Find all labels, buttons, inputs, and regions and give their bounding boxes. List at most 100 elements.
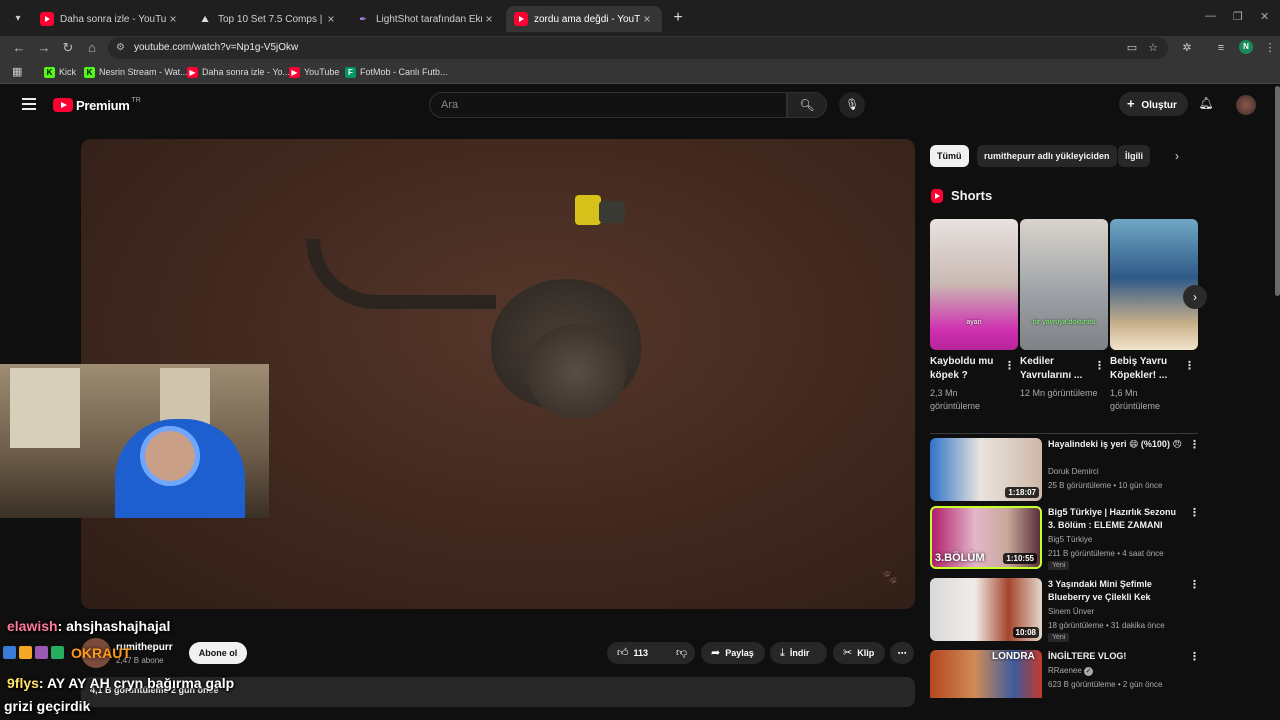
cast-icon[interactable]: ▭ <box>1124 40 1140 56</box>
hamburger-menu-icon[interactable] <box>22 98 36 110</box>
close-tab-icon[interactable]: × <box>482 12 496 26</box>
more-actions-button[interactable]: ⋯ <box>890 642 914 664</box>
browser-tab[interactable]: ⛰ Top 10 Set 7.5 Comps | TFT Set × <box>190 6 346 32</box>
forward-icon[interactable]: → <box>35 39 53 57</box>
close-tab-icon[interactable]: × <box>166 12 180 26</box>
bookmark-item[interactable]: K Nesrin Stream - Wat... <box>84 65 188 79</box>
clip-button[interactable]: ✂ Klip <box>833 642 885 664</box>
notifications-bell-icon[interactable]: 🔔︎ <box>1198 96 1214 112</box>
page-scrollbar[interactable] <box>1275 86 1280 296</box>
youtube-play-icon <box>53 98 73 112</box>
short-thumbnail[interactable] <box>1110 219 1198 350</box>
voice-search-button[interactable]: 🎙︎ <box>839 92 865 118</box>
create-button[interactable]: + Oluştur <box>1119 92 1188 116</box>
home-icon[interactable]: ⌂ <box>83 39 101 57</box>
share-button[interactable]: ➦ Paylaş <box>701 642 765 664</box>
bookmark-item[interactable]: F FotMob - Canlı Futb... <box>345 65 448 79</box>
recommended-video[interactable]: 10:08 3 Yaşındaki Mini Şefimle Blueberry… <box>930 578 1200 642</box>
video-thumbnail[interactable]: LONDRA <box>930 650 1042 698</box>
short-thumbnail[interactable]: ayan <box>930 219 1018 350</box>
minimize-icon[interactable]: — <box>1205 10 1216 22</box>
browser-menu-icon[interactable]: ⋮ <box>1262 40 1278 56</box>
video-thumbnail[interactable]: 3.BÖLÜM 1:10:55 <box>930 506 1042 569</box>
like-button[interactable]: 👍︎ 113 <box>607 642 669 664</box>
video-title[interactable]: İNGİLTERE VLOG! <box>1048 650 1186 663</box>
video-title[interactable]: Hayalindeki iş yeri 😄 (%100) 😠 <box>1048 438 1186 451</box>
browser-tab[interactable]: ✒ LightShot tarafından Ekran Gör × <box>348 6 504 32</box>
chat-message: 9flys: AY AY AH cryn bağırma galp <box>7 675 234 691</box>
video-thumbnail[interactable]: 1:18:07 <box>930 438 1042 501</box>
chip-related[interactable]: İlgili <box>1118 145 1150 167</box>
short-card[interactable]: ayan Kayboldu mu köpek ? 2,3 Mn görüntül… <box>930 219 1018 411</box>
more-vertical-icon[interactable]: ⋮ <box>1189 506 1200 519</box>
more-vertical-icon[interactable]: ⋮ <box>1189 578 1200 591</box>
bookmark-star-icon[interactable]: ☆ <box>1145 40 1161 56</box>
webcam-window <box>10 368 80 448</box>
browser-tab-active[interactable]: zordu ama değdi - YouTube × <box>506 6 662 32</box>
short-card[interactable]: bir yavruya dokundu Kediler Yavrularını … <box>1020 219 1108 398</box>
maximize-icon[interactable]: ❐ <box>1233 10 1243 23</box>
new-tab-icon[interactable]: + <box>668 8 688 28</box>
short-title[interactable]: Kayboldu mu köpek ? <box>930 355 1002 383</box>
close-window-icon[interactable]: ✕ <box>1260 10 1269 23</box>
browser-tab[interactable]: Daha sonra izle - YouTube × <box>32 6 188 32</box>
close-tab-icon[interactable]: × <box>324 12 338 26</box>
clip-label: Klip <box>857 648 875 658</box>
more-vertical-icon[interactable]: ⋮ <box>1189 650 1200 663</box>
video-channel[interactable]: Sinem Ünver <box>1048 607 1094 616</box>
tab-title: Top 10 Set 7.5 Comps | TFT Set <box>218 13 324 25</box>
recommended-video[interactable]: LONDRA İNGİLTERE VLOG! RRaenee ✓ 623 B g… <box>930 650 1200 698</box>
apps-grid-icon[interactable]: ▦ <box>12 65 26 79</box>
reload-icon[interactable]: ↻ <box>59 39 77 57</box>
shorts-icon <box>931 188 943 203</box>
search-button[interactable]: 🔍︎ <box>787 92 827 118</box>
user-avatar[interactable] <box>1236 95 1256 115</box>
youtube-header: Premium TR Ara 🔍︎ 🎙︎ + Oluştur 🔔︎ <box>0 86 1280 126</box>
back-icon[interactable]: ← <box>10 39 28 57</box>
more-vertical-icon[interactable]: ⋮ <box>1189 438 1200 451</box>
chip-from-uploader[interactable]: rumithepurr adlı yükleyiciden <box>977 145 1117 167</box>
bookmark-label: Daha sonra izle - Yo... <box>202 67 291 77</box>
browser-profile-avatar[interactable]: N <box>1239 40 1253 54</box>
chat-username-badge: OKRAUT <box>71 645 131 661</box>
video-channel[interactable]: Doruk Demirci <box>1048 467 1099 476</box>
bookmark-item[interactable]: ▶ Daha sonra izle - Yo... <box>187 65 290 79</box>
more-vertical-icon[interactable]: ⋮ <box>1094 359 1105 372</box>
download-button[interactable]: ⤓ İndir <box>770 642 827 664</box>
chevron-right-icon[interactable]: › <box>1175 149 1179 163</box>
close-tab-icon[interactable]: × <box>640 12 654 26</box>
search-input[interactable]: Ara <box>429 92 787 118</box>
tab-search-icon[interactable]: ▾ <box>8 9 28 29</box>
youtube-premium-logo[interactable]: Premium TR <box>53 96 141 114</box>
video-frame-cat-tail <box>306 239 496 309</box>
bookmark-item[interactable]: K Kick <box>44 65 76 79</box>
more-vertical-icon[interactable]: ⋮ <box>1004 359 1015 372</box>
recommended-video[interactable]: 3.BÖLÜM 1:10:55 Big5 Türkiye | Hazırlık … <box>930 506 1200 570</box>
video-title[interactable]: Big5 Türkiye | Hazırlık Sezonu 3. Bölüm … <box>1048 506 1186 532</box>
video-channel[interactable]: Big5 Türkiye <box>1048 535 1092 544</box>
subscribe-button[interactable]: Abone ol <box>189 642 247 664</box>
short-thumbnail[interactable]: bir yavruya dokundu <box>1020 219 1108 350</box>
more-vertical-icon[interactable]: ⋮ <box>1184 359 1195 372</box>
video-title[interactable]: 3 Yaşındaki Mini Şefimle Blueberry ve Çi… <box>1048 578 1186 604</box>
webcam-person-head <box>140 426 200 486</box>
youtube-icon: ▶ <box>187 66 198 78</box>
chat-message: elawish: ahsjhashajhajal <box>7 618 170 634</box>
dislike-button[interactable]: 👎︎ <box>669 642 695 664</box>
video-thumbnail[interactable]: 10:08 <box>930 578 1042 641</box>
short-title[interactable]: Bebiş Yavru Köpekler! ... <box>1110 355 1182 383</box>
short-card[interactable]: Bebiş Yavru Köpekler! ... 1,6 Mn görüntü… <box>1110 219 1198 411</box>
thumbnail-text: LONDRA <box>992 651 1035 662</box>
bookmark-item[interactable]: ▶ YouTube <box>289 65 339 79</box>
shorts-next-button[interactable]: › <box>1183 285 1207 309</box>
url-field[interactable]: ⚙ youtube.com/watch?v=Np1g-V5jOkw <box>108 37 1168 59</box>
chip-all[interactable]: Tümü <box>930 145 969 167</box>
extensions-icon[interactable]: ✲ <box>1179 40 1195 56</box>
media-control-icon[interactable]: ≡ <box>1213 40 1229 56</box>
section-divider <box>930 433 1198 434</box>
verified-icon: ✓ <box>1084 667 1094 676</box>
recommended-video[interactable]: 1:18:07 Hayalindeki iş yeri 😄 (%100) 😠 D… <box>930 438 1200 502</box>
video-channel[interactable]: RRaenee ✓ <box>1048 666 1094 676</box>
site-info-icon[interactable]: ⚙ <box>116 42 128 54</box>
short-title[interactable]: Kediler Yavrularını ... <box>1020 355 1092 383</box>
